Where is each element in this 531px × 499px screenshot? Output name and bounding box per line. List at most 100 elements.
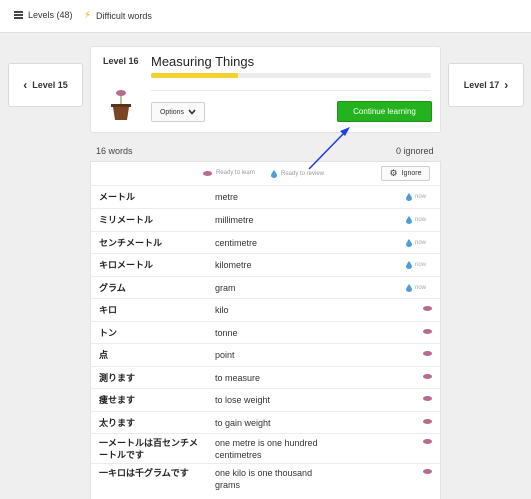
word-row[interactable]: 一キロは千グラムです one kilo is one thousand grams bbox=[91, 463, 440, 493]
level-title: Measuring Things bbox=[151, 54, 255, 69]
seed-icon bbox=[423, 329, 432, 334]
word-japanese: 点 bbox=[99, 350, 109, 360]
previous-level-label: Level 15 bbox=[32, 80, 68, 90]
legend-ready-to-learn: Ready to learn bbox=[203, 170, 255, 176]
seed-icon bbox=[423, 396, 432, 401]
word-japanese: キロメートル bbox=[99, 260, 154, 270]
word-english: to measure bbox=[215, 373, 261, 383]
word-status: now bbox=[406, 193, 426, 201]
word-english: metre bbox=[215, 192, 239, 202]
word-english: kilometre bbox=[215, 260, 252, 270]
word-english: to lose weight bbox=[215, 395, 271, 405]
word-row[interactable]: キロ kilo bbox=[91, 298, 440, 321]
word-row[interactable]: 一メートルは百センチメートルです one metre is one hundred… bbox=[91, 433, 440, 463]
chevron-right-icon: › bbox=[504, 78, 509, 92]
word-row[interactable]: キロメートル kilometre now bbox=[91, 253, 440, 276]
list-icon bbox=[14, 11, 23, 19]
word-row[interactable]: グラム gram now bbox=[91, 276, 440, 298]
legend-ready-to-learn-label: Ready to learn bbox=[216, 170, 256, 176]
word-status bbox=[423, 351, 432, 356]
legend-ready-to-review: Ready to review bbox=[271, 170, 324, 178]
options-button[interactable]: Options bbox=[151, 102, 205, 122]
word-english: gram bbox=[215, 283, 236, 293]
word-row[interactable]: メートル metre now bbox=[91, 185, 440, 208]
seed-icon bbox=[423, 439, 432, 444]
word-english: tonne bbox=[215, 328, 238, 338]
seed-icon bbox=[423, 419, 432, 424]
word-japanese: トン bbox=[99, 328, 118, 338]
seed-icon bbox=[423, 306, 432, 311]
word-row[interactable]: トン tonne bbox=[91, 321, 440, 343]
word-row[interactable]: 太ります to gain weight bbox=[91, 411, 440, 433]
ignore-label: Ignore bbox=[401, 170, 422, 177]
level-card: Level 16 Measuring Things Options Contin… bbox=[90, 46, 441, 133]
word-japanese: 太ります bbox=[99, 418, 136, 428]
seed-icon bbox=[423, 374, 432, 379]
words-count: 16 words bbox=[96, 146, 133, 156]
word-status bbox=[423, 374, 432, 379]
word-english: to gain weight bbox=[215, 418, 271, 428]
word-english: one kilo is one thousand grams bbox=[215, 468, 313, 490]
seed-icon bbox=[423, 469, 432, 474]
review-time: now bbox=[415, 217, 427, 223]
word-status: now bbox=[406, 284, 426, 292]
word-japanese: 測ります bbox=[99, 373, 136, 383]
word-status bbox=[423, 469, 432, 474]
review-time: now bbox=[415, 240, 427, 246]
difficult-words-label: Difficult words bbox=[96, 10, 152, 21]
water-drop-icon bbox=[406, 216, 412, 224]
level-progress-fill bbox=[151, 73, 238, 78]
water-drop-icon bbox=[271, 170, 277, 178]
word-row[interactable]: ミリメートル millimetre now bbox=[91, 208, 440, 231]
word-status bbox=[423, 419, 432, 424]
word-english: centimetre bbox=[215, 238, 258, 248]
water-drop-icon bbox=[406, 193, 412, 201]
chevron-down-icon bbox=[188, 109, 196, 115]
ignore-button[interactable]: ⚙ Ignore bbox=[381, 166, 430, 181]
word-japanese: キロ bbox=[99, 305, 118, 315]
previous-level-button[interactable]: ‹ Level 15 bbox=[8, 63, 83, 107]
review-time: now bbox=[415, 285, 427, 291]
word-row[interactable]: センチメートル centimetre now bbox=[91, 231, 440, 253]
word-japanese: グラム bbox=[99, 283, 126, 293]
continue-learning-label: Continue learning bbox=[353, 107, 416, 116]
word-japanese: メートル bbox=[99, 192, 136, 202]
card-divider bbox=[151, 90, 431, 91]
word-list: Ready to learn Ready to review ⚙ Ignore … bbox=[90, 161, 441, 499]
seed-icon bbox=[423, 351, 432, 356]
word-english: millimetre bbox=[215, 215, 254, 225]
chevron-left-icon: ‹ bbox=[23, 78, 28, 92]
seed-icon bbox=[203, 170, 212, 176]
levels-link[interactable]: Levels (48) bbox=[14, 10, 73, 20]
word-row[interactable]: 点 point bbox=[91, 343, 440, 366]
gear-icon: ⚙ bbox=[389, 168, 398, 178]
lightning-icon: ⚡ bbox=[84, 10, 92, 21]
plant-pot-icon bbox=[111, 90, 131, 120]
next-level-button[interactable]: Level 17 › bbox=[448, 63, 524, 107]
word-japanese: 一メートルは百センチメートルです bbox=[99, 438, 199, 460]
word-english: point bbox=[215, 350, 235, 360]
continue-learning-button[interactable]: Continue learning bbox=[337, 101, 432, 122]
word-status bbox=[423, 396, 432, 401]
word-row[interactable]: 測ります to measure bbox=[91, 366, 440, 388]
word-status bbox=[423, 306, 432, 311]
legend-ready-to-review-label: Ready to review bbox=[281, 171, 325, 177]
level-progress-bar bbox=[151, 73, 431, 78]
options-label: Options bbox=[159, 108, 185, 116]
word-status: now bbox=[406, 261, 426, 269]
word-status bbox=[423, 329, 432, 334]
word-japanese: 痩せます bbox=[99, 395, 136, 405]
word-row[interactable]: 痩せます to lose weight bbox=[91, 388, 440, 411]
water-drop-icon bbox=[406, 284, 412, 292]
word-english: one metre is one hundred centimetres bbox=[215, 438, 318, 460]
word-status bbox=[423, 439, 432, 444]
word-japanese: センチメートル bbox=[99, 238, 163, 248]
difficult-words-link[interactable]: ⚡ Difficult words bbox=[84, 10, 152, 21]
water-drop-icon bbox=[406, 239, 412, 247]
next-level-label: Level 17 bbox=[463, 80, 500, 90]
review-time: now bbox=[415, 194, 427, 200]
word-english: kilo bbox=[215, 305, 229, 315]
review-time: now bbox=[415, 262, 427, 268]
word-status: now bbox=[406, 239, 426, 247]
water-drop-icon bbox=[406, 261, 412, 269]
